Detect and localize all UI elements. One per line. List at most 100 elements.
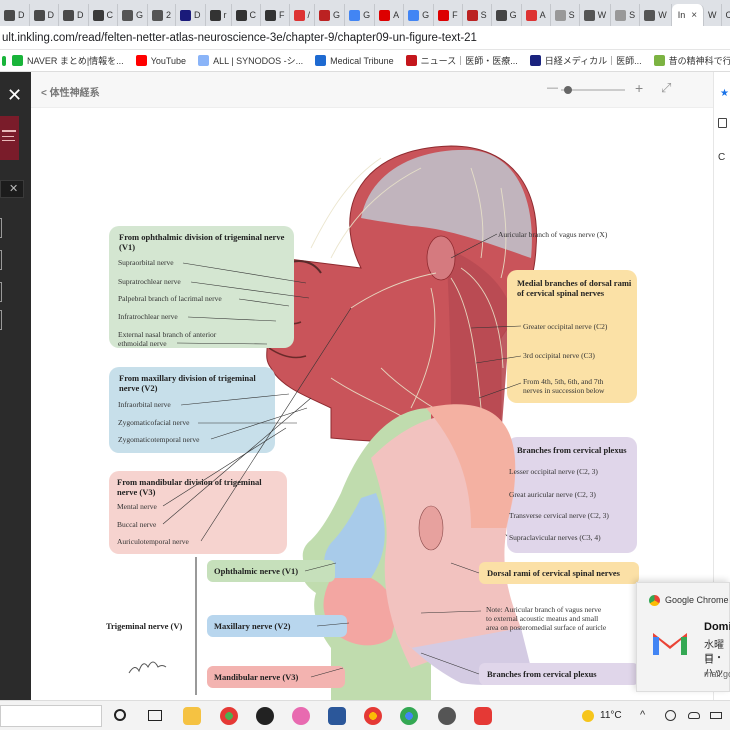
chrome-taskbar-icon[interactable] [220,707,238,725]
tab-label: S [568,10,575,20]
tab-label: C [725,10,730,20]
tab-label: W [708,10,717,20]
browser-tab[interactable]: D [30,4,59,26]
file-explorer-icon[interactable] [183,707,201,725]
tab-label: D [77,10,84,20]
app-icon[interactable] [474,707,492,725]
bookmark-item[interactable]: 日経メディカル｜医師... [529,54,642,67]
book-cover-thumbnail[interactable] [0,116,19,160]
browser-tab[interactable]: A [522,4,551,26]
browser-tab[interactable]: W [704,4,722,26]
browser-tab[interactable]: F [261,4,290,26]
browser-tab[interactable]: 2 [148,4,177,26]
left-sidebar: ✕ ✕ [0,72,31,700]
zoom-slider-handle[interactable] [564,86,572,94]
zoom-in-button[interactable]: + [635,80,643,96]
word-icon[interactable] [328,707,346,725]
browser-tab[interactable]: C [232,4,262,26]
star-icon[interactable]: ★ [720,88,729,99]
bookmark-item[interactable]: ALL | SYNODOS -シ... [198,54,303,67]
label-supratrochlear: Supratrochlear nerve [118,277,181,286]
close-icon[interactable]: ✕ [7,86,22,104]
bookmark-item[interactable]: NAVER まとめ|情報を... [12,54,124,67]
browser-tab[interactable]: C [722,4,730,26]
label-auriculotemporal: Auriculotemporal nerve [117,537,189,546]
temperature: 11°C [600,710,622,721]
plexus-title: Branches from cervical plexus [517,445,627,455]
url-text[interactable]: ult.inkling.com/read/felten-netter-atlas… [2,32,477,44]
bookmark-favicon-icon [135,55,147,66]
bookmark-favicon-icon [198,55,210,66]
toc-item-marker[interactable] [0,250,2,270]
dorsal-bottom-label: Dorsal rami of cervical spinal nerves [487,568,620,578]
browser-tab[interactable]: / [290,4,316,26]
battery-icon[interactable] [710,712,722,719]
tab-strip: D D D C G 2 Dr C F / G G A G F S G A S W S W In × W C [0,0,730,26]
active-tab[interactable]: In × [671,4,705,26]
browser-tab[interactable]: W [580,4,612,26]
toc-item-marker[interactable] [0,310,2,330]
label-infraorbital: Infraorbital nerve [118,400,171,409]
tab-label: C [249,10,257,20]
bookmark-item[interactable]: ニュース｜医師・医療... [405,54,518,67]
tab-label: In [677,10,686,20]
browser-tab[interactable]: W [640,4,672,26]
tab-favicon-icon [293,9,305,21]
sidebar-search-field[interactable]: ✕ [0,180,24,198]
toc-item-marker[interactable] [0,218,2,238]
browser-tab[interactable]: S [611,4,641,26]
settings-icon[interactable] [438,707,456,725]
note-line-1: Note: Auricular branch of vagus nerve [486,605,602,614]
trigeminal-label: Trigeminal nerve (V) [106,621,183,631]
browser-tab[interactable]: S [463,4,492,26]
tab-favicon-icon [180,9,192,21]
browser-tab[interactable]: A [375,4,405,26]
tab-close-icon[interactable]: × [691,10,697,21]
browser-tab[interactable]: D [176,4,206,26]
chrome-profile-icon[interactable] [364,707,382,725]
media-app-icon[interactable] [256,707,274,725]
browser-tab[interactable]: r [206,4,232,26]
label-supraclavicular: Supraclavicular nerves (C3, 4) [509,533,601,542]
taskbar-search-box[interactable] [0,705,102,727]
note-icon[interactable] [718,118,727,128]
cortana-icon[interactable] [114,709,126,721]
browser-tab[interactable]: G [315,4,346,26]
chrome-notification[interactable]: Google Chrome Domi 水曜日 ロ・ハッ mail.go [636,582,730,692]
task-view-icon[interactable] [148,710,162,721]
browser-tab[interactable]: G [118,4,149,26]
browser-tab[interactable]: G [345,4,376,26]
fullscreen-icon[interactable]: ⤢ [661,80,671,96]
tab-favicon-icon [4,9,15,21]
chevron-up-icon[interactable]: ^ [640,709,645,721]
zoom-out-button[interactable]: — [547,82,558,94]
tab-label: G [333,10,341,20]
browser-tab[interactable]: C [89,4,118,26]
tab-label: S [480,10,487,20]
toc-item-marker[interactable] [0,282,2,302]
network-icon[interactable] [665,710,676,721]
bookmark-item[interactable]: 昔の精神科で行われ... [653,54,730,67]
zoom-slider[interactable] [561,86,625,94]
tab-label: W [658,10,667,20]
cloud-icon[interactable] [688,712,700,719]
v2-label: Maxillary nerve (V2) [214,621,291,631]
plexus-bottom-label: Branches from cervical plexus [487,669,597,679]
browser-tab[interactable]: S [551,4,580,26]
clear-icon[interactable]: ✕ [9,182,18,195]
bookmark-item[interactable]: YouTube [135,55,186,66]
browser-tab[interactable]: G [492,4,522,26]
browser-tab[interactable]: D [0,4,30,26]
breadcrumb-back-link[interactable]: < 体性神経系 [41,84,100,99]
bookmark-item[interactable]: Medical Tribune [315,55,394,66]
bookmark-icon [2,55,6,66]
bookmark-label: Medical Tribune [330,55,394,66]
browser-tab[interactable]: D [59,4,89,26]
label-ethmoidal: ethmoidal nerve [118,339,167,348]
chrome-profile-2-icon[interactable] [400,707,418,725]
address-bar[interactable]: ult.inkling.com/read/felten-netter-atlas… [0,26,730,50]
camera-app-icon[interactable] [292,707,310,725]
browser-tab[interactable]: F [434,4,463,26]
browser-tab[interactable]: G [404,4,435,26]
reader-toolbar: < 体性神経系 — + ⤢ [31,72,713,108]
